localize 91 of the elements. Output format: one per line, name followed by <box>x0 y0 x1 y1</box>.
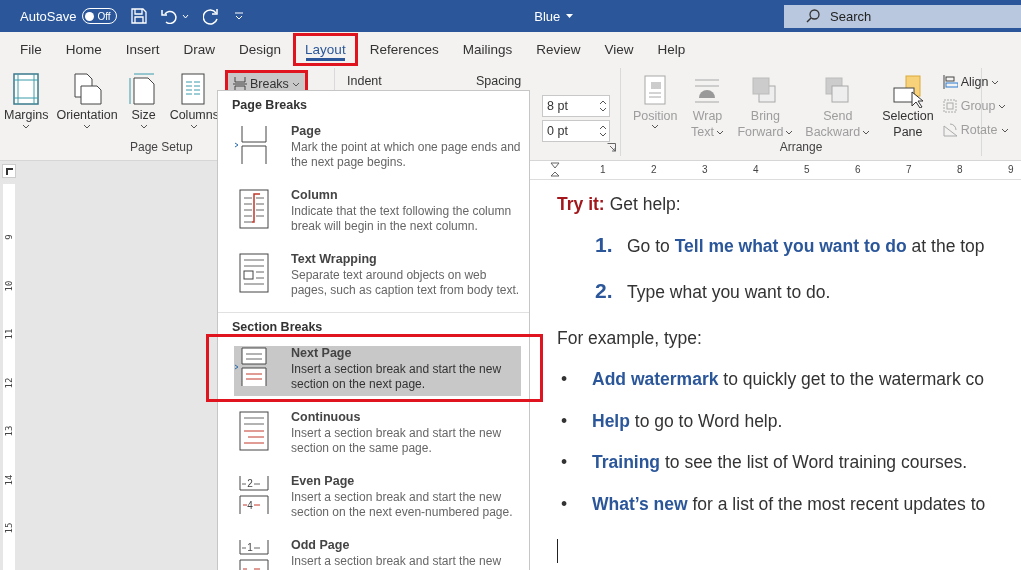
breaks-icon <box>232 77 247 91</box>
chevron-icon <box>651 124 660 129</box>
ribbon-tab[interactable]: Review <box>524 32 593 66</box>
ribbon-button[interactable]: Selection Pane <box>876 68 940 140</box>
group-icon <box>941 98 958 114</box>
ruler-number: 6 <box>855 164 861 175</box>
spinner-icon[interactable] <box>599 99 607 113</box>
bullet: • <box>560 369 569 390</box>
caret-icon <box>566 13 574 19</box>
ribbon-tab[interactable]: Draw <box>171 32 228 66</box>
ribbon-tab[interactable]: Mailings <box>450 32 525 66</box>
group-label: Arrange <box>778 140 824 156</box>
bullet: • <box>560 452 569 473</box>
ribbon-tab[interactable]: Insert <box>113 32 172 66</box>
paragraph: For example, type: <box>557 327 702 349</box>
spacing-field[interactable]: 8 pt <box>542 95 610 117</box>
search-icon <box>806 9 820 23</box>
ruler-number: 1 <box>600 164 606 175</box>
ruler-number: 12 <box>4 376 14 389</box>
ruler-number: 2 <box>651 164 657 175</box>
list-item-text: Go to Tell me what you want to do at the top <box>627 235 985 257</box>
ruler-number: 4 <box>753 164 759 175</box>
ruler-number: 5 <box>804 164 810 175</box>
list-number: 1. <box>594 232 614 257</box>
ribbon-button[interactable]: Orientation <box>52 68 122 140</box>
chevron-icon[interactable] <box>181 13 189 19</box>
group-label: Page Setup <box>130 140 193 156</box>
save-icon[interactable] <box>130 8 147 24</box>
paragraph: Try it: Get help: <box>557 194 681 215</box>
ruler-number: 8 <box>957 164 963 175</box>
ribbon-tab[interactable]: Layout <box>293 32 358 66</box>
ribbon-tab[interactable]: File <box>8 32 54 66</box>
list-item-text: Help to go to Word help. <box>592 410 783 432</box>
list-number: 2. <box>594 278 614 303</box>
chevron-icon <box>190 124 199 129</box>
align-icon <box>941 74 958 90</box>
list-item-text: Add watermark to quickly get to the watermark co <box>592 369 984 390</box>
chevron-icon <box>83 124 92 129</box>
chevron-icon <box>1000 127 1009 133</box>
ribbon-tab[interactable]: References <box>357 32 451 66</box>
chevron-icon <box>291 81 300 87</box>
menu-item[interactable]: Next Page Insert a section break and start the new section on the next page. <box>208 336 541 400</box>
indent-marker-icon[interactable] <box>550 162 560 178</box>
bullet: • <box>560 493 569 515</box>
dialog-launcher-icon[interactable] <box>607 143 616 152</box>
autosave-label: AutoSave <box>20 8 77 24</box>
ruler-number: 13 <box>4 425 14 437</box>
menu-item[interactable]: 1 Odd Page Insert a section break and start the new <box>218 528 529 570</box>
chevron-icon <box>862 129 871 135</box>
ruler-number: 11 <box>4 328 14 340</box>
list-item-text: Training to see the list of Word training courses. <box>592 452 968 473</box>
spacing-label: Spacing <box>476 74 522 88</box>
ruler-number: 14 <box>4 473 14 486</box>
spinner-icon[interactable] <box>599 124 607 138</box>
ruler-number: 9 <box>4 233 14 242</box>
rotate-icon <box>941 122 958 138</box>
ruler-number: 10 <box>4 279 14 292</box>
menu-item[interactable]: Text Wrapping Separate text around objects on web pages, such as caption text from body text. <box>218 242 529 306</box>
chevron-icon <box>998 103 1007 109</box>
search-field[interactable]: Search <box>784 4 1021 28</box>
document-title[interactable]: Blue <box>534 8 574 24</box>
ribbon-tab[interactable]: Design <box>227 32 294 66</box>
customize-icon[interactable] <box>233 11 244 21</box>
chevron-icon <box>991 79 1000 85</box>
ribbon-button[interactable]: Size <box>121 68 166 140</box>
ruler-number: 3 <box>702 164 708 175</box>
ribbon-tab[interactable]: Help <box>645 32 698 66</box>
chevron-icon <box>785 129 794 135</box>
menu-item[interactable]: Continuous Insert a section break and start the new section on the same page. <box>218 400 529 464</box>
chevron-icon <box>22 124 31 129</box>
ribbon-tab[interactable]: Home <box>53 32 114 66</box>
undo-icon[interactable] <box>160 8 178 24</box>
list-item-text: Type what you want to do. <box>627 281 831 303</box>
menu-item[interactable]: 2 4 Even Page Insert a section break and start the new section on the next even-numbered page. <box>218 464 529 528</box>
ruler-number: 7 <box>906 164 912 175</box>
menu-item[interactable]: Column Indicate that the text following the column break will begin in the next column. <box>218 178 529 242</box>
chevron-icon <box>715 129 724 135</box>
indent-label: Indent <box>347 74 382 88</box>
spacing-field[interactable]: 0 pt <box>542 120 610 142</box>
ribbon-tab[interactable]: View <box>592 32 646 66</box>
chevron-icon <box>139 124 148 129</box>
ruler-number: 9 <box>1008 164 1014 175</box>
ruler-number: 15 <box>4 522 14 534</box>
ribbon-button[interactable]: Margins <box>0 68 53 140</box>
list-item-text: What’s new for a list of the most recent updates to <box>592 493 986 515</box>
text-cursor <box>557 539 558 563</box>
menu-heading: Page Breaks <box>231 97 309 114</box>
bullet: • <box>560 410 569 432</box>
ribbon-button[interactable]: Align <box>939 72 1011 92</box>
tab-selector-icon[interactable] <box>2 164 16 178</box>
redo-icon[interactable] <box>202 7 220 25</box>
